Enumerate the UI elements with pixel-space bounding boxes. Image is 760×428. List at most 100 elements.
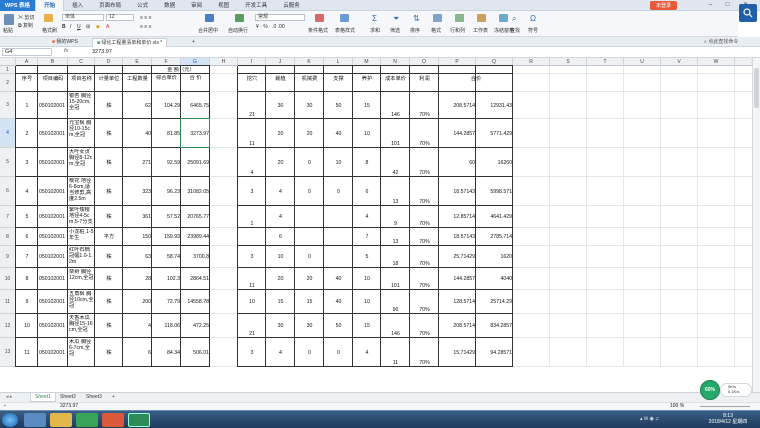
name-cell[interactable]: 紫叶矮樱 地径4-5cm,5-7分支	[69, 207, 94, 227]
plant-cell[interactable]: 20	[267, 120, 294, 147]
border-icon[interactable]: ⊞	[86, 24, 90, 30]
format-button[interactable]: 格式	[431, 27, 441, 34]
taskbar-clock[interactable]: 8:13 2018/4/12 星期四	[700, 413, 756, 425]
tab-developer[interactable]: 开发工具	[237, 0, 275, 11]
code-cell[interactable]: 050102001	[39, 93, 67, 118]
row-header-13[interactable]: 13	[0, 338, 16, 367]
support-cell[interactable]: 40	[325, 120, 352, 147]
tab-formulas[interactable]: 公式	[129, 0, 156, 11]
machine-cell[interactable]: 0	[296, 247, 323, 267]
support-cell[interactable]	[325, 207, 352, 227]
unit-cell[interactable]: 株	[96, 247, 122, 267]
row-header-12[interactable]: 12	[0, 314, 16, 338]
dig-cell[interactable]	[239, 229, 265, 245]
qty-cell[interactable]: 6	[124, 339, 151, 366]
header-amount-group[interactable]: 金 额（元）	[153, 67, 209, 73]
total-cell[interactable]: 2864.51	[182, 269, 209, 289]
vertical-scrollbar[interactable]	[752, 58, 760, 392]
auto-wrap-icon[interactable]	[235, 14, 244, 22]
cost-price-cell[interactable]: 13	[382, 178, 409, 205]
font-size-select[interactable]: 12	[106, 14, 134, 21]
cost-price-cell[interactable]: 146	[382, 93, 409, 118]
align-top-icons[interactable]: ≡ ≡ ≡	[140, 15, 152, 21]
align-left-icons[interactable]: ≡ ≡ ≡	[140, 24, 152, 30]
p-value-cell[interactable]: 15.71429	[440, 339, 475, 366]
qty-cell[interactable]: 63	[124, 247, 151, 267]
column-header-r[interactable]: R	[513, 58, 550, 66]
machine-cell[interactable]: 0	[296, 339, 323, 366]
name-cell[interactable]: 五角枫 胸径10cm,全冠	[69, 291, 94, 313]
zoom-level[interactable]: 100 %	[670, 403, 684, 410]
unit-price-cell[interactable]: 92.59	[153, 149, 180, 176]
maintain-cell[interactable]: 10	[354, 291, 380, 313]
sort-button[interactable]: 排序	[410, 27, 420, 34]
total-cell[interactable]: 23989.44	[182, 229, 209, 245]
worksheet-button[interactable]: 工作表	[473, 27, 488, 34]
code-cell[interactable]: 050102001	[39, 269, 67, 289]
maintain-cell[interactable]: 5	[354, 247, 380, 267]
fill-color-icon[interactable]: ◆	[96, 24, 100, 30]
tab-review[interactable]: 审阅	[183, 0, 210, 11]
row-header-8[interactable]: 8	[0, 228, 16, 246]
name-cell[interactable]: 大叶女贞 胸径8-12cm,全冠	[69, 149, 94, 176]
qty-cell[interactable]: 271	[124, 149, 151, 176]
name-cell[interactable]: 红叶石楠 冠幅1.0-1.2m	[69, 247, 94, 267]
profit-cell[interactable]: 70%	[411, 339, 438, 366]
name-cell[interactable]: 栾树 胸径12cm,全冠	[69, 269, 94, 289]
p-value-cell[interactable]: 208.5714	[440, 93, 475, 118]
support-cell[interactable]: 50	[325, 93, 352, 118]
code-cell[interactable]: 050102001	[39, 207, 67, 227]
support-cell[interactable]	[325, 229, 352, 245]
freeze-icon[interactable]	[499, 14, 508, 22]
p-value-cell[interactable]: 18.57143	[440, 178, 475, 205]
unit-price-cell[interactable]: 159.93	[153, 229, 180, 245]
p-value-cell[interactable]: 144.2857	[440, 269, 475, 289]
machine-cell[interactable]: 15	[296, 291, 323, 313]
seq-cell[interactable]: 7	[17, 247, 37, 267]
percent-icons[interactable]: ¥ · % · .0 .00	[256, 24, 285, 30]
name-cell[interactable]: 银杏 胸径15-20cm,全冠	[69, 93, 94, 118]
support-cell[interactable]: 10	[325, 149, 352, 176]
seq-cell[interactable]: 1	[17, 93, 37, 118]
machine-cell[interactable]: 0	[296, 178, 323, 205]
plant-cell[interactable]: 10	[267, 247, 294, 267]
dig-cell[interactable]: 4	[239, 149, 265, 176]
p-value-cell[interactable]: 128.5714	[440, 291, 475, 313]
row-header-9[interactable]: 9	[0, 246, 16, 268]
total-cell[interactable]: 3700.8	[182, 247, 209, 267]
profit-cell[interactable]: 70%	[411, 315, 438, 337]
row-header-6[interactable]: 6	[0, 177, 16, 206]
qty-cell[interactable]: 361	[124, 207, 151, 227]
dig-cell[interactable]: 3	[239, 339, 265, 366]
profit-cell[interactable]: 70%	[411, 291, 438, 313]
support-cell[interactable]	[325, 247, 352, 267]
new-tab-button[interactable]: +	[188, 38, 199, 47]
plant-cell[interactable]: 4	[267, 207, 294, 227]
doc-tab-workbook[interactable]: ■ 绿化工程量清单和单价.xls *	[92, 38, 168, 47]
unit-cell[interactable]: 株	[96, 149, 122, 176]
row-header-7[interactable]: 7	[0, 206, 16, 228]
speed-ball-widget[interactable]: 60%	[700, 380, 720, 400]
tab-data[interactable]: 数据	[156, 0, 183, 11]
header-cost-price[interactable]: 成本单价	[382, 67, 409, 91]
app-menu-button[interactable]: WPS 表格	[0, 0, 36, 11]
total-cell[interactable]: 14558.78	[182, 291, 209, 313]
seq-cell[interactable]: 3	[17, 149, 37, 176]
unit-price-cell[interactable]: 104.29	[153, 93, 180, 118]
profit-cell[interactable]: 70%	[411, 269, 438, 289]
italic-button[interactable]: I	[70, 24, 71, 30]
dig-cell[interactable]: 11	[239, 269, 265, 289]
login-button[interactable]: 未登录	[650, 1, 678, 10]
dig-cell[interactable]: 11	[239, 120, 265, 147]
wps-taskbar-icon[interactable]	[102, 413, 124, 427]
profit-cell[interactable]: 70%	[411, 247, 438, 267]
column-header-s[interactable]: S	[550, 58, 587, 66]
p-value-cell[interactable]: 12.85714	[440, 207, 475, 227]
unit-cell[interactable]: 株	[96, 207, 122, 227]
merge-center-icon[interactable]	[205, 14, 214, 22]
maintain-cell[interactable]: 4	[354, 339, 380, 366]
p-value-cell[interactable]: 144.2857	[440, 120, 475, 147]
code-cell[interactable]: 050102001	[39, 229, 67, 245]
seq-cell[interactable]: 8	[17, 269, 37, 289]
name-box[interactable]: G4	[2, 48, 52, 56]
